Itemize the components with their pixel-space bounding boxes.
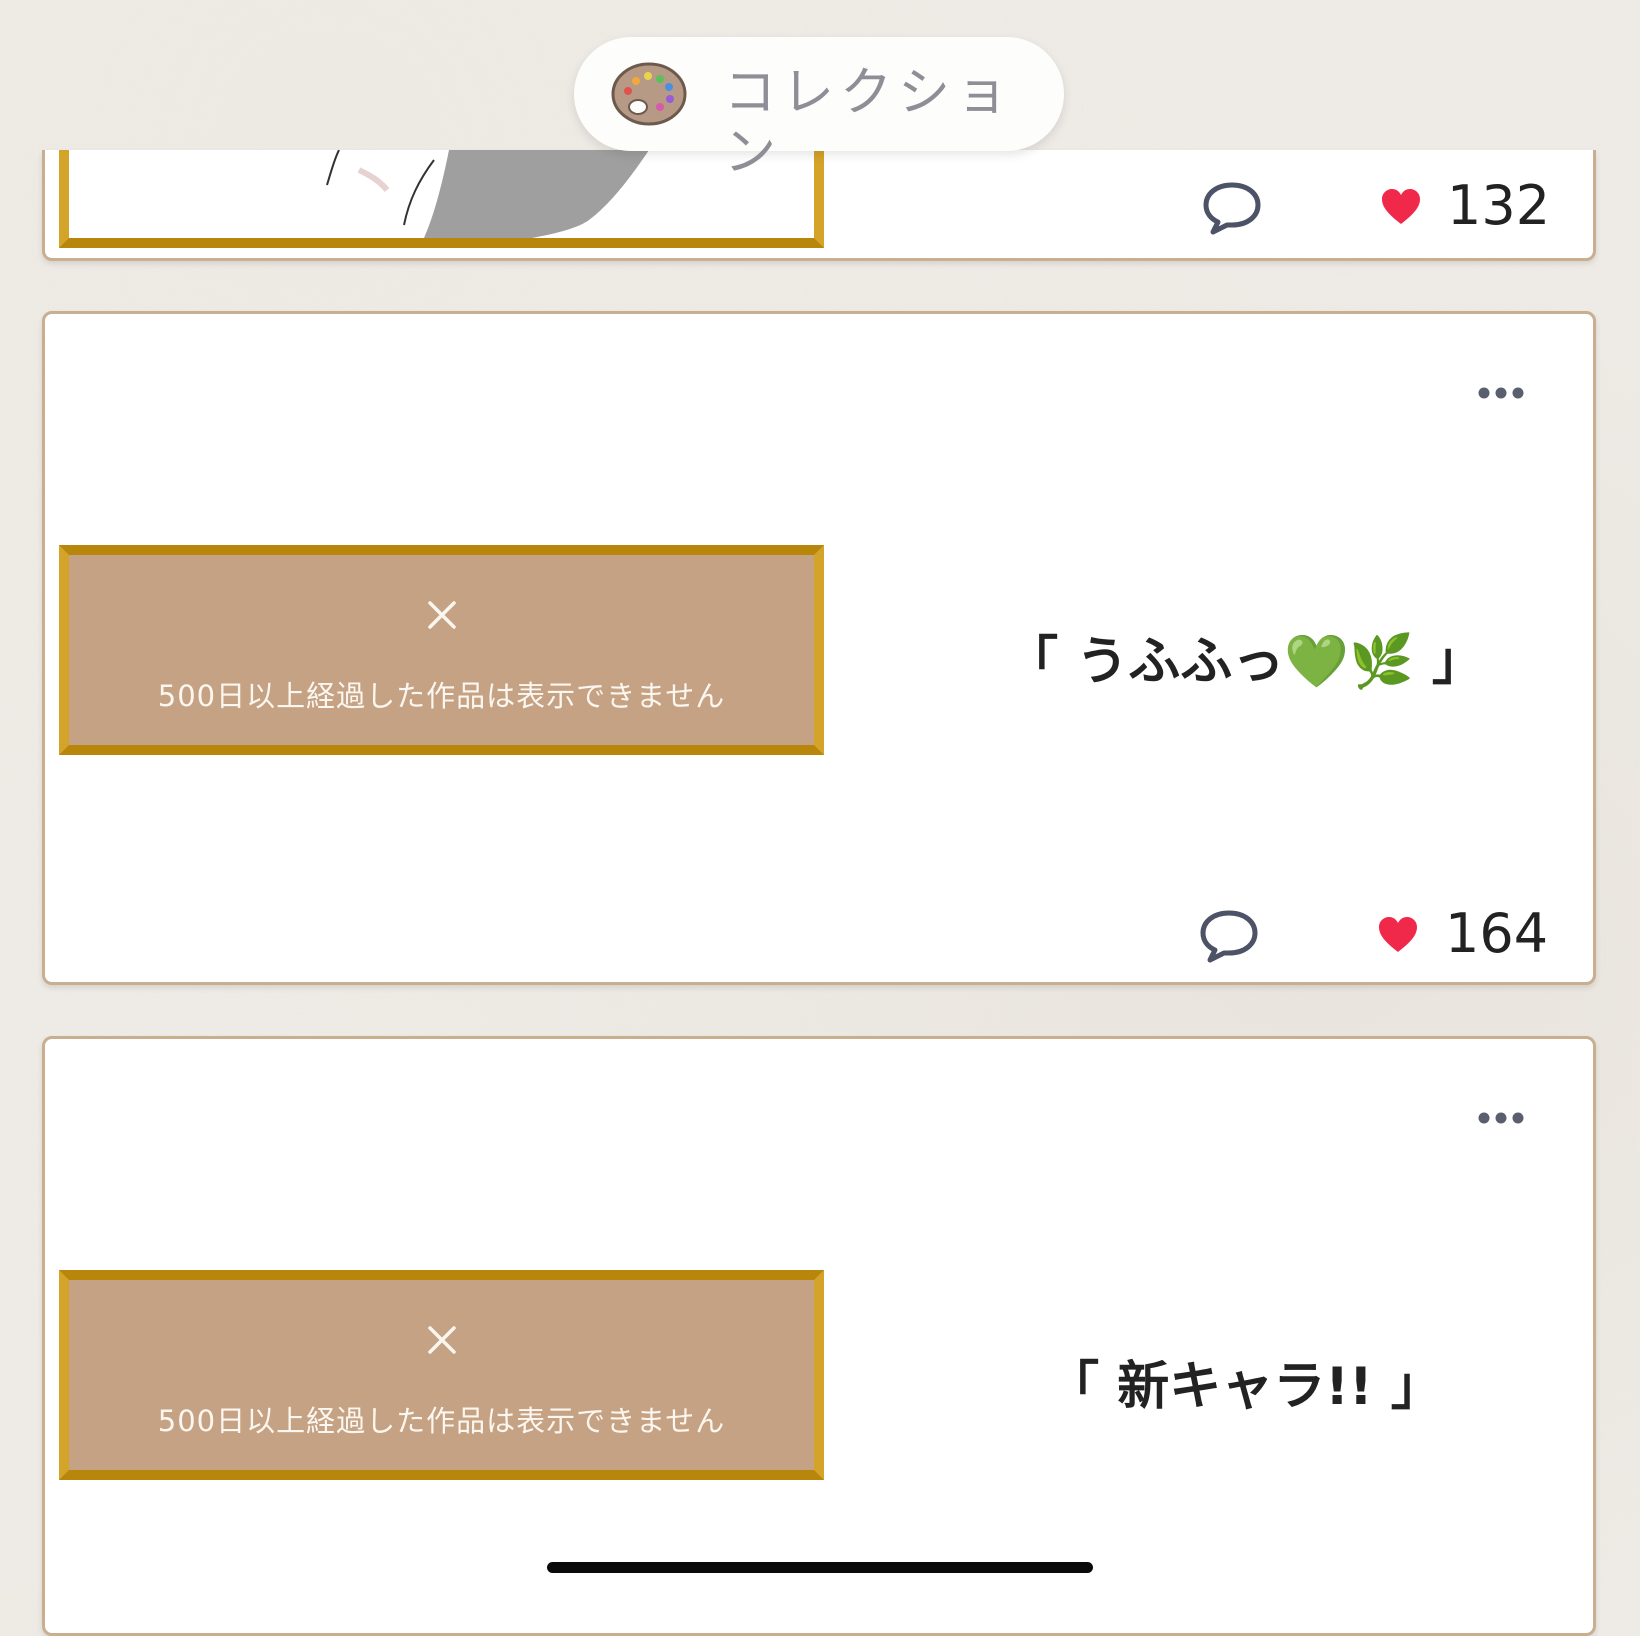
post-card[interactable]: 500日以上経過した作品は表示できません 「 新キャラ!! 」 (42, 1036, 1596, 1636)
post-title: 「 新キャラ!! 」 (1047, 1357, 1443, 1417)
more-options-icon[interactable] (1477, 1111, 1525, 1125)
blocked-message: 500日以上経過した作品は表示できません (157, 1404, 726, 1438)
post-title: 「 うふふっ💚🌿 」 (1006, 632, 1484, 692)
blocked-message: 500日以上経過した作品は表示できません (157, 679, 726, 713)
artwork-frame[interactable] (59, 150, 824, 248)
comment-icon[interactable] (1201, 180, 1263, 236)
more-options-icon[interactable] (1477, 386, 1525, 400)
collection-header[interactable]: コレクション (574, 37, 1064, 183)
palette-icon (611, 62, 687, 126)
close-icon (427, 1326, 456, 1354)
header-title: コレクション (724, 63, 1015, 183)
artwork-image (326, 150, 649, 238)
heart-icon[interactable] (1380, 188, 1422, 226)
like-count: 132 (1447, 174, 1551, 237)
artwork-frame[interactable]: 500日以上経過した作品は表示できません (59, 1270, 824, 1480)
heart-icon[interactable] (1377, 916, 1419, 954)
comment-icon[interactable] (1198, 908, 1260, 964)
home-indicator[interactable] (547, 1562, 1093, 1573)
like-count: 164 (1445, 902, 1549, 965)
artwork-frame[interactable]: 500日以上経過した作品は表示できません (59, 545, 824, 755)
post-card[interactable]: 500日以上経過した作品は表示できません 「 うふふっ💚🌿 」 164 (42, 311, 1596, 985)
close-icon (427, 601, 456, 629)
